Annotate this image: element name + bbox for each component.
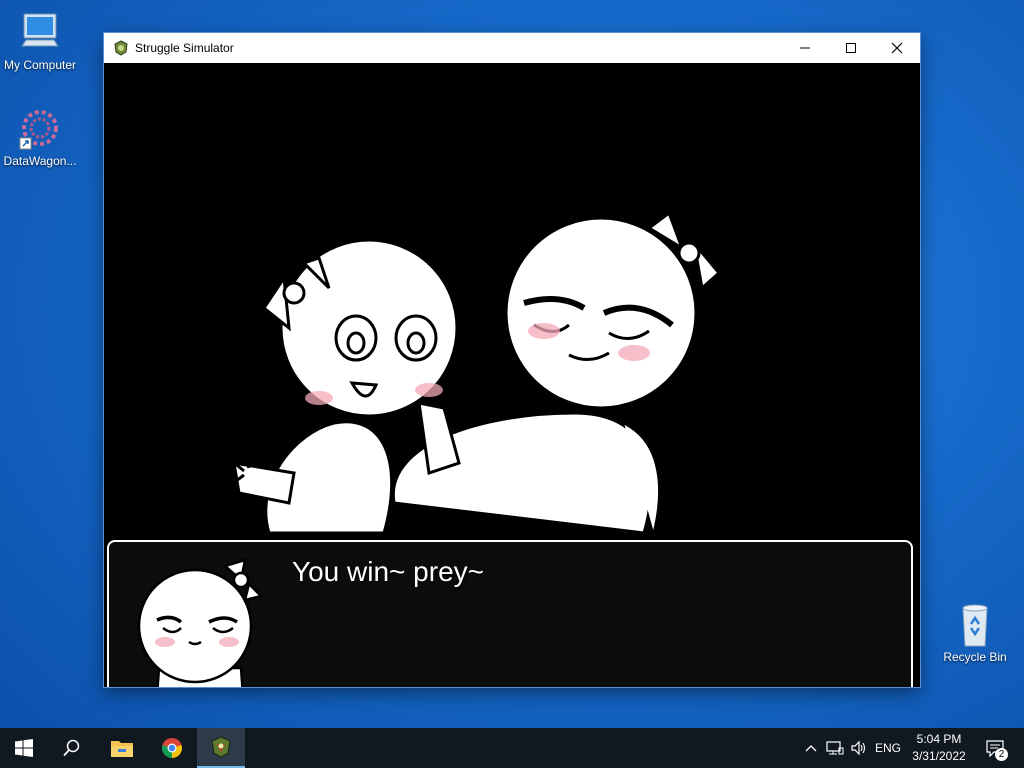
minimize-icon <box>800 47 810 49</box>
clock-button[interactable]: 5:04 PM 3/31/2022 <box>906 731 972 765</box>
notification-count-badge: 2 <box>995 748 1008 761</box>
chrome-icon <box>162 738 182 758</box>
taskbar-file-explorer[interactable] <box>98 728 146 768</box>
struggle-simulator-app-icon <box>114 40 128 56</box>
chevron-up-icon <box>805 745 817 752</box>
show-hidden-icons-button[interactable] <box>800 728 822 768</box>
dialogue-box[interactable]: You win~ prey~ <box>107 540 913 687</box>
recycle-bin-icon <box>951 602 999 648</box>
maximize-icon <box>846 43 856 53</box>
desktop-icon-datawagon[interactable]: DataWagon... <box>0 106 80 168</box>
desktop-icon-label: My Computer <box>3 58 77 72</box>
input-language-button[interactable]: ENG <box>872 728 904 768</box>
game-canvas[interactable]: You win~ prey~ <box>104 63 920 687</box>
clock-date: 3/31/2022 <box>912 749 966 763</box>
volume-icon <box>851 740 866 756</box>
close-button[interactable] <box>874 33 920 63</box>
taskbar: ENG 5:04 PM 3/31/2022 2 <box>0 728 1024 768</box>
network-icon <box>826 741 844 755</box>
dialogue-text: You win~ prey~ <box>292 556 484 587</box>
search-icon <box>63 739 80 757</box>
file-explorer-icon <box>111 741 133 757</box>
action-center-button[interactable]: 2 <box>978 728 1012 768</box>
datawagon-icon <box>16 106 64 152</box>
clock-time: 5:04 PM <box>916 732 962 746</box>
character-face-portrait <box>137 558 263 687</box>
window-titlebar[interactable]: Struggle Simulator <box>104 33 920 63</box>
volume-button[interactable] <box>848 728 870 768</box>
start-button[interactable] <box>0 728 48 768</box>
maximize-button[interactable] <box>828 33 874 63</box>
taskbar-struggle-simulator[interactable] <box>197 728 245 768</box>
app-window[interactable]: Struggle Simulator You win~ prey~ <box>104 33 920 687</box>
close-icon <box>891 42 903 54</box>
desktop-icon-label: DataWagon... <box>3 154 77 168</box>
taskbar-chrome[interactable] <box>148 728 196 768</box>
network-button[interactable] <box>824 728 846 768</box>
struggle-simulator-icon <box>211 736 231 758</box>
search-button[interactable] <box>48 728 96 768</box>
desktop-icon-recycle-bin[interactable]: Recycle Bin <box>935 602 1015 664</box>
window-title: Struggle Simulator <box>135 41 234 55</box>
minimize-button[interactable] <box>782 33 828 63</box>
input-language-label: ENG <box>874 741 901 755</box>
start-icon <box>15 739 33 757</box>
computer-icon <box>16 10 64 56</box>
desktop-icon-label: Recycle Bin <box>943 650 1007 664</box>
desktop-icon-my-computer[interactable]: My Computer <box>0 10 80 72</box>
